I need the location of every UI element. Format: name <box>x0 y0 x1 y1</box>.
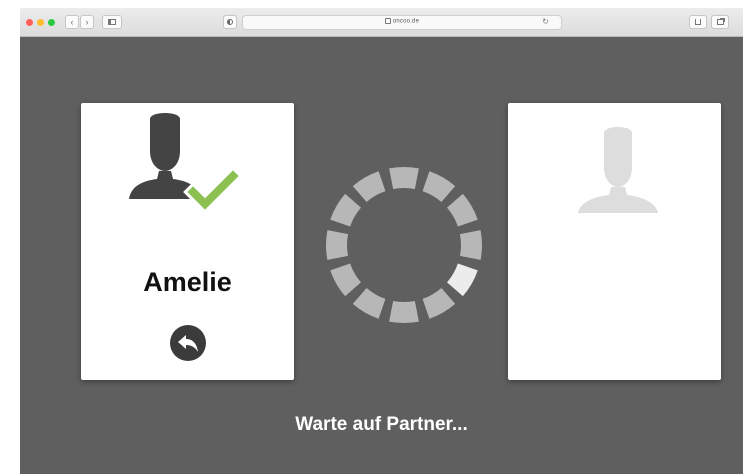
spinner-segment <box>389 300 419 323</box>
spinner-segment <box>330 193 361 227</box>
spinner-segment <box>389 167 419 190</box>
back-chevron-icon: ‹ <box>70 16 74 27</box>
my-profile-card: Amelie <box>81 103 294 380</box>
browser-window: ‹ › oncoo.de ↻ Amelie Warte auf Partner.… <box>20 8 743 474</box>
minimize-window-button[interactable] <box>37 19 44 26</box>
person-placeholder-icon <box>578 127 658 213</box>
checkmark-icon <box>183 168 243 214</box>
share-button[interactable] <box>689 15 707 29</box>
spinner-segment <box>447 263 478 297</box>
tabs-button[interactable] <box>711 15 729 29</box>
lock-icon <box>384 18 391 24</box>
user-name: Amelie <box>143 267 232 297</box>
sidebar-button[interactable] <box>102 15 122 29</box>
undo-button[interactable] <box>170 325 206 361</box>
spinner-segment <box>330 263 361 297</box>
spinner-segment <box>459 230 482 260</box>
spinner-segment <box>352 171 386 202</box>
tabs-icon <box>716 19 724 25</box>
reload-icon[interactable]: ↻ <box>542 17 549 26</box>
forward-chevron-icon: › <box>85 16 89 27</box>
close-window-button[interactable] <box>26 19 33 26</box>
spinner-segment <box>422 288 456 319</box>
forward-button[interactable]: › <box>80 15 94 29</box>
browser-toolbar: ‹ › oncoo.de ↻ <box>20 8 743 37</box>
back-button[interactable]: ‹ <box>65 15 79 29</box>
shield-icon <box>227 19 233 25</box>
spinner-segment <box>447 193 478 227</box>
share-icon <box>695 19 701 25</box>
url-text-wrap: oncoo.de <box>243 18 561 25</box>
spinner-segment <box>326 230 349 260</box>
zoom-window-button[interactable] <box>48 19 55 26</box>
address-bar[interactable]: oncoo.de ↻ <box>242 15 562 30</box>
sidebar-icon <box>108 19 116 25</box>
privacy-report-button[interactable] <box>223 15 237 29</box>
spinner-segment <box>352 288 386 319</box>
url-text: oncoo.de <box>392 18 420 25</box>
spinner-segment <box>422 171 456 202</box>
undo-arrow-icon <box>178 335 198 352</box>
loading-spinner-icon <box>326 167 482 323</box>
status-text: Warte auf Partner... <box>295 414 468 435</box>
partner-profile-card <box>508 103 721 380</box>
